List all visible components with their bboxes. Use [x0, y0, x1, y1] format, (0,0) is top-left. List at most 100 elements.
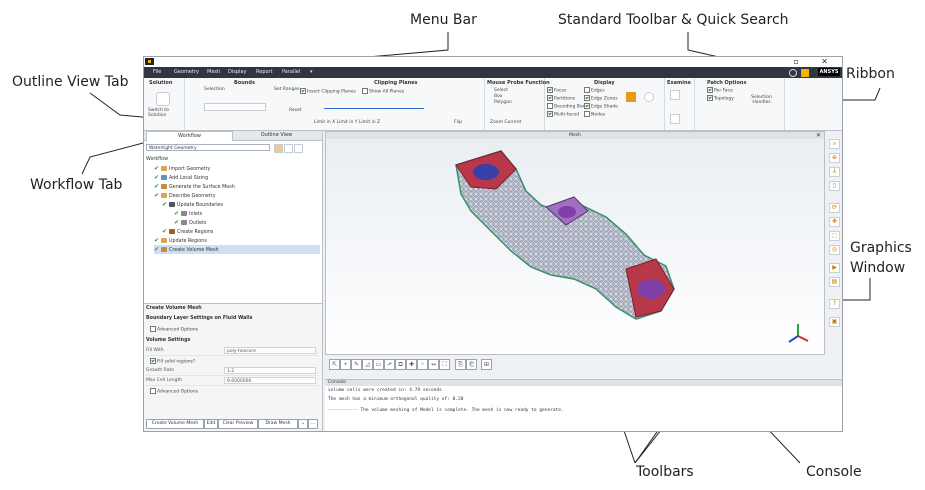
- examine-icon[interactable]: [670, 90, 680, 100]
- create-volume-mesh-button[interactable]: Create Volume Mesh: [146, 419, 204, 429]
- view-icon[interactable]: ▯: [829, 181, 840, 191]
- tree-add-local-sizing[interactable]: ✔ Add Local Sizing: [154, 173, 208, 182]
- pan-icon[interactable]: ✥: [829, 217, 840, 227]
- clipping-slider[interactable]: [324, 108, 424, 109]
- tab-workflow[interactable]: Workflow: [146, 131, 233, 141]
- workflow-dropdown[interactable]: Watertight Geometry: [146, 144, 270, 151]
- display-edges[interactable]: Edges: [584, 87, 605, 94]
- dots-icon[interactable]: ⁘: [417, 359, 428, 370]
- clear-preview-button[interactable]: Clear Preview: [218, 419, 258, 429]
- edit-button[interactable]: Edit: [204, 419, 218, 429]
- menu-file[interactable]: File: [153, 69, 161, 75]
- mouse-box[interactable]: Box: [494, 94, 502, 99]
- help-view-icon[interactable]: ?: [829, 299, 840, 309]
- image-icon[interactable]: ⊞: [481, 359, 492, 370]
- advanced-options-2[interactable]: Advanced Options: [150, 388, 198, 395]
- tab-outline-view[interactable]: Outline View: [234, 131, 319, 140]
- probe-icon[interactable]: ⬏: [384, 359, 395, 370]
- menu-more[interactable]: ▾: [310, 69, 313, 75]
- tree-import-geometry[interactable]: ✔ Import Geometry: [154, 164, 210, 173]
- pointer-icon[interactable]: ⇱: [329, 359, 340, 370]
- tree-inlets[interactable]: ✔ Inlets: [174, 209, 202, 218]
- workflow-tool-icon-3[interactable]: [294, 144, 303, 153]
- ellipsis-button[interactable]: …: [308, 419, 318, 429]
- menu-parallel[interactable]: Parallel: [282, 69, 300, 75]
- flip-label[interactable]: Flip: [454, 120, 462, 125]
- switch-to-solution-button[interactable]: Switch to Solution: [148, 108, 182, 118]
- display-faces[interactable]: Faces: [547, 87, 567, 94]
- graphics-window[interactable]: Mesh ✕: [325, 131, 825, 355]
- growth-rate-input[interactable]: 1.2: [224, 367, 316, 374]
- measure-icon[interactable]: [670, 114, 680, 124]
- limit-xyz-labels[interactable]: Limit in X Limit in Y Limit in Z: [314, 120, 380, 125]
- zoom-fit-icon[interactable]: ⌕: [829, 139, 840, 149]
- tree-update-regions[interactable]: ✔ Update Regions: [154, 236, 207, 245]
- insert-clipping-planes[interactable]: Insert Clipping Planes: [300, 88, 356, 95]
- tree-create-regions[interactable]: ✔ Create Regions: [162, 227, 213, 236]
- display-gear-icon[interactable]: [644, 92, 654, 102]
- lens-icon[interactable]: ◎: [829, 245, 840, 255]
- window-buttons[interactable]: ▫ ✕: [793, 57, 838, 66]
- mesh-model[interactable]: [326, 139, 824, 354]
- menu-display[interactable]: Display: [228, 69, 246, 75]
- frame-icon[interactable]: ▭: [373, 359, 384, 370]
- screenshot-icon[interactable]: ▣: [829, 317, 840, 327]
- axes-icon[interactable]: ⅄: [829, 167, 840, 177]
- graphics-close-icon[interactable]: ✕: [816, 132, 821, 139]
- selection-handles-button[interactable]: Selection Handles: [744, 95, 779, 105]
- distance-icon[interactable]: ↔: [428, 359, 439, 370]
- ruler-icon[interactable]: ◿: [362, 359, 373, 370]
- zoom-box-icon[interactable]: ⬚: [829, 231, 840, 241]
- display-edge-zones[interactable]: Edge Zones: [584, 95, 618, 102]
- fill-with-select[interactable]: poly-hexcore: [224, 347, 316, 354]
- workflow-tool-icon-1[interactable]: [274, 144, 283, 153]
- rotate-icon[interactable]: ⟳: [829, 203, 840, 213]
- reset-label[interactable]: Reset: [289, 108, 302, 113]
- mouse-select[interactable]: Select: [494, 88, 508, 93]
- box-select-icon[interactable]: ⧉: [395, 359, 406, 370]
- zoom-current[interactable]: Zoom Current: [490, 120, 521, 125]
- copy-icon[interactable]: ⎘: [455, 359, 466, 370]
- mouse-polygon[interactable]: Polygon: [494, 100, 512, 105]
- display-partitions[interactable]: Partitions: [547, 95, 575, 102]
- tree-update-boundaries[interactable]: ✔ Update Boundaries: [162, 200, 223, 209]
- paste-icon[interactable]: ⎗: [466, 359, 477, 370]
- patch-topology[interactable]: Topology: [707, 95, 734, 102]
- display-bounding-box[interactable]: Bounding Box: [547, 103, 585, 110]
- switch-to-solution-icon[interactable]: [156, 92, 170, 106]
- app-logo-icon: [145, 58, 154, 65]
- display-nodes[interactable]: Nodes: [584, 111, 605, 118]
- annotate-icon[interactable]: ✚: [406, 359, 417, 370]
- set-ranges-label[interactable]: Set Ranges: [274, 87, 299, 92]
- console[interactable]: Console volume cells were created in: 4.…: [325, 379, 842, 431]
- more-options-button[interactable]: ⌄: [298, 419, 308, 429]
- pencil-icon[interactable]: ✎: [351, 359, 362, 370]
- fill-solid-regions[interactable]: Fill solid regions?: [150, 358, 195, 365]
- display-color-icon[interactable]: [626, 92, 636, 102]
- help-icon[interactable]: [789, 69, 797, 77]
- max-cell-input[interactable]: 9.6000000: [224, 377, 316, 384]
- display-multi-faced[interactable]: Multi-faced: [547, 111, 579, 118]
- save-view-icon[interactable]: ▤: [829, 277, 840, 287]
- bounds-selection[interactable]: Selection: [204, 87, 225, 92]
- show-all-planes[interactable]: Show All Planes: [362, 88, 404, 95]
- menu-report[interactable]: Report: [256, 69, 273, 75]
- tree-create-volume-mesh[interactable]: ✔ Create Volume Mesh: [154, 245, 320, 254]
- tree-root[interactable]: Workflow: [146, 155, 168, 164]
- patch-per-face[interactable]: Per Face: [707, 87, 733, 94]
- menu-geometry[interactable]: Geometry: [174, 69, 199, 75]
- display-edge-shade[interactable]: Edge Shade: [584, 103, 618, 110]
- layout-icon[interactable]: [801, 69, 809, 77]
- advanced-options-1[interactable]: Advanced Options: [150, 326, 198, 333]
- fit-icon[interactable]: ⛶: [439, 359, 450, 370]
- select-icon[interactable]: •: [340, 359, 351, 370]
- tree-outlets[interactable]: ✔ Outlets: [174, 218, 206, 227]
- workflow-tool-icon-2[interactable]: [284, 144, 293, 153]
- tree-describe-geometry[interactable]: ✔ Describe Geometry: [154, 191, 216, 200]
- tree-surface-mesh[interactable]: ✔ Generate the Surface Mesh: [154, 182, 235, 191]
- menu-mesh[interactable]: Mesh: [207, 69, 220, 75]
- draw-mesh-button[interactable]: Draw Mesh: [258, 419, 298, 429]
- zoom-icon[interactable]: ⊕: [829, 153, 840, 163]
- play-icon[interactable]: ▶: [829, 263, 840, 273]
- bounds-x-field[interactable]: [204, 103, 266, 111]
